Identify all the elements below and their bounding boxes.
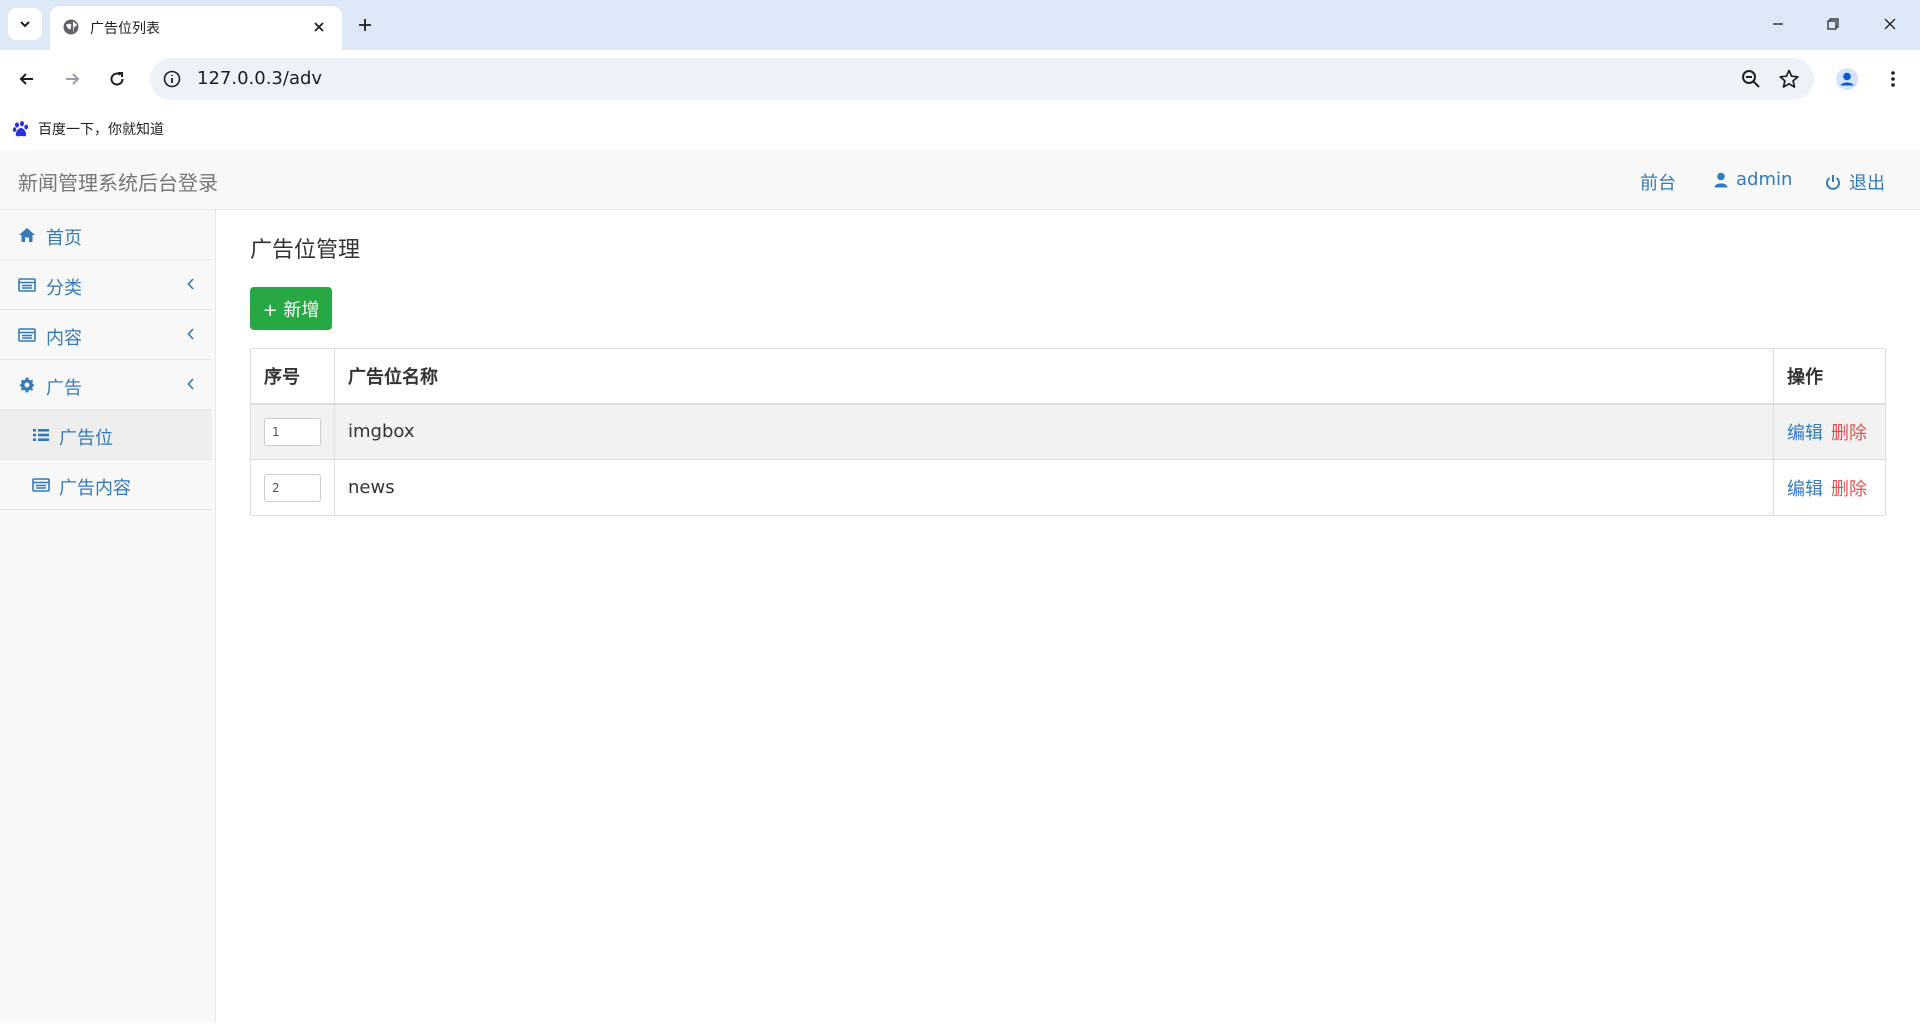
edit-link[interactable]: 编辑	[1787, 479, 1823, 500]
name-cell: imgbox	[334, 403, 1774, 460]
back-button[interactable]	[10, 62, 44, 96]
order-input[interactable]	[264, 473, 321, 502]
actions-cell: 编辑 删除	[1773, 403, 1886, 460]
tab-close-button[interactable]	[308, 16, 330, 38]
globe-icon	[63, 19, 79, 35]
sidebar-item-content[interactable]: 内容	[0, 310, 212, 360]
table-row: imgbox 编辑删除	[250, 403, 1886, 460]
sidebar-subitem-label: 广告内容	[59, 478, 131, 499]
browser-menu-button[interactable]	[1876, 62, 1910, 96]
delete-link[interactable]: 删除	[1831, 423, 1867, 444]
order-cell	[250, 403, 335, 460]
logout-link[interactable]: 退出	[1825, 169, 1885, 195]
edit-link[interactable]: 编辑	[1787, 423, 1823, 444]
sidebar-item-label: 分类	[46, 278, 82, 299]
info-icon[interactable]	[162, 69, 182, 89]
browser-tab-bar: 广告位列表	[0, 0, 1920, 50]
sidebar-item-label: 广告	[46, 378, 82, 399]
chevron-down-icon	[20, 21, 30, 28]
page-title: 广告位管理	[250, 238, 361, 263]
forward-button[interactable]	[55, 62, 89, 96]
star-icon[interactable]	[1778, 68, 1800, 90]
user-name: admin	[1736, 169, 1793, 190]
chevron-left-icon	[187, 328, 194, 340]
frontend-link[interactable]: 前台	[1640, 169, 1676, 195]
delete-link[interactable]: 删除	[1831, 479, 1867, 500]
ad-positions-table: 序号 广告位名称 操作 imgbox 编辑删除 news	[250, 348, 1886, 516]
list-icon	[33, 429, 49, 441]
list-table-icon	[18, 278, 36, 292]
sidebar-item-ads[interactable]: 广告	[0, 360, 212, 410]
profile-button[interactable]	[1830, 62, 1864, 96]
arrow-right-icon	[66, 73, 80, 85]
close-icon	[1884, 18, 1896, 30]
main-content: 广告位管理 + 新增 序号 广告位名称 操作 imgbox 编辑删除	[216, 210, 1920, 1022]
power-icon	[1826, 175, 1840, 190]
avatar-icon	[1836, 68, 1858, 90]
name-cell: news	[334, 459, 1774, 516]
sidebar-subitem-ad-content[interactable]: 广告内容	[0, 460, 212, 510]
minimize-button[interactable]	[1760, 10, 1796, 38]
reload-icon	[110, 72, 124, 86]
bookmark-baidu[interactable]: 百度一下，你就知道	[12, 116, 164, 142]
table-row: news 编辑删除	[250, 459, 1886, 516]
app-navbar: 新闻管理系统后台登录 前台 admin 退出	[0, 150, 1920, 210]
chevron-left-icon	[187, 378, 194, 390]
close-icon	[314, 22, 324, 32]
url-text[interactable]: 127.0.0.3/adv	[197, 68, 322, 89]
restore-icon	[1827, 18, 1839, 30]
tab-title: 广告位列表	[90, 21, 160, 37]
baidu-paw-icon	[12, 121, 29, 137]
brand-title[interactable]: 新闻管理系统后台登录	[18, 167, 218, 196]
list-table-icon	[18, 328, 36, 342]
user-icon	[1714, 172, 1728, 187]
close-window-button[interactable]	[1872, 10, 1908, 38]
browser-toolbar: 127.0.0.3/adv	[0, 50, 1920, 108]
order-cell	[250, 459, 335, 516]
add-button[interactable]: + 新增	[250, 287, 332, 330]
minimize-icon	[1773, 23, 1783, 25]
chevron-left-icon	[187, 278, 194, 290]
user-link[interactable]: admin	[1714, 169, 1792, 190]
sidebar-item-label: 首页	[46, 228, 82, 249]
new-tab-button[interactable]	[352, 12, 378, 38]
sidebar-subitem-ad-positions[interactable]: 广告位	[0, 410, 212, 460]
arrow-left-icon	[19, 73, 33, 85]
column-header-actions: 操作	[1773, 348, 1886, 405]
sidebar-item-category[interactable]: 分类	[0, 260, 212, 310]
sidebar-subitem-label: 广告位	[59, 428, 113, 449]
plus-icon	[359, 19, 371, 31]
list-table-icon	[32, 478, 50, 492]
order-input[interactable]	[264, 417, 321, 446]
browser-tab-active[interactable]: 广告位列表	[50, 6, 342, 50]
reload-button[interactable]	[100, 62, 134, 96]
bookmarks-bar: 百度一下，你就知道	[0, 108, 1920, 150]
actions-cell: 编辑 删除	[1773, 459, 1886, 516]
home-icon	[19, 228, 35, 242]
add-button-label: + 新增	[262, 299, 320, 321]
address-bar[interactable]: 127.0.0.3/adv	[150, 58, 1814, 100]
restore-button[interactable]	[1815, 10, 1851, 38]
sidebar-item-label: 内容	[46, 328, 82, 349]
sidebar-item-home[interactable]: 首页	[0, 210, 212, 260]
bookmark-label: 百度一下，你就知道	[38, 122, 164, 138]
column-header-order: 序号	[250, 348, 335, 405]
more-vertical-icon	[1891, 71, 1895, 87]
frontend-link-label: 前台	[1640, 173, 1676, 194]
logout-label: 退出	[1849, 173, 1885, 194]
column-header-name: 广告位名称	[334, 348, 1774, 405]
zoom-icon[interactable]	[1740, 68, 1762, 90]
sidebar: 首页 分类 内容 广告 广告位 广告内容	[0, 210, 216, 1022]
tab-search-button[interactable]	[8, 8, 42, 40]
table-header-row: 序号 广告位名称 操作	[250, 348, 1886, 405]
gear-icon	[19, 377, 35, 393]
